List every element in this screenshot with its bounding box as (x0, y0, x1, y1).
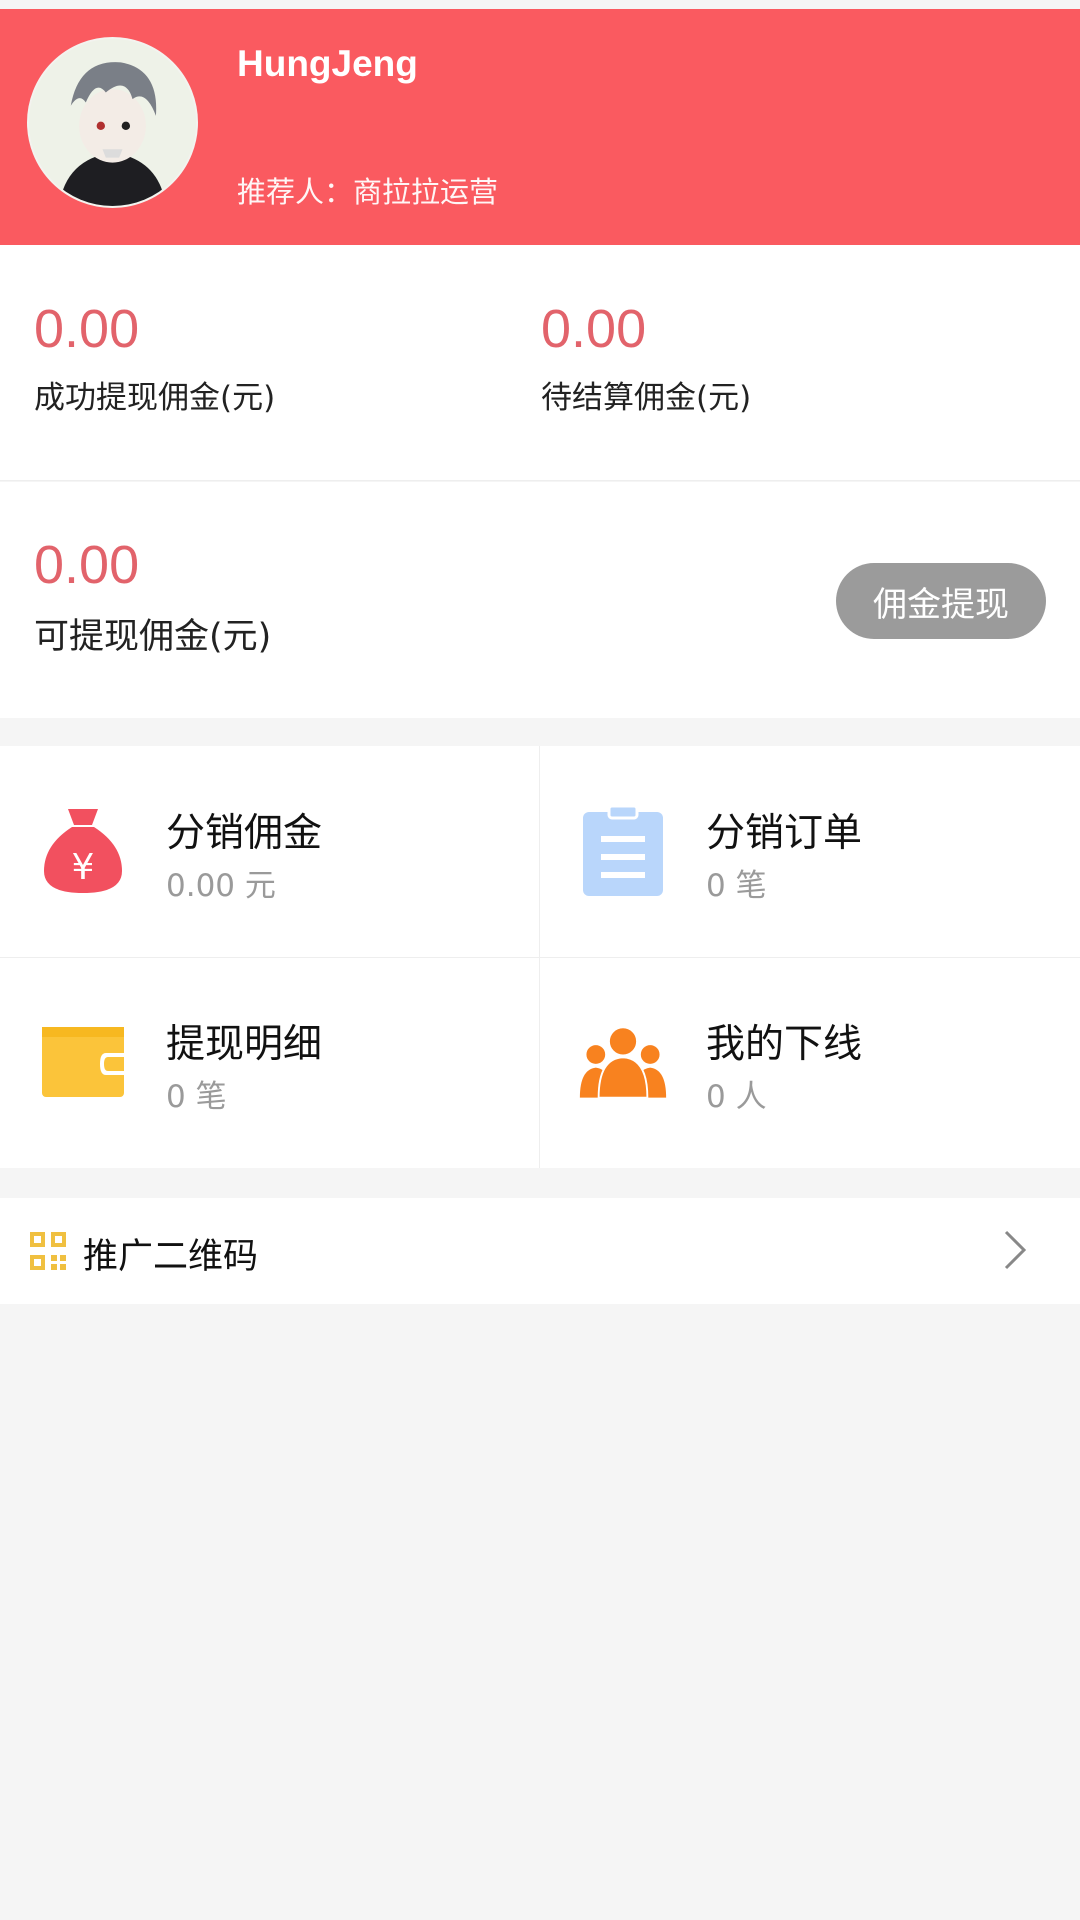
grid-item-sub: 0.00 元 (166, 868, 276, 904)
withdraw-button[interactable]: 佣金提现 (836, 563, 1046, 639)
pending-label: 待结算佣金(元) (541, 380, 752, 416)
pending-commission: 0.00 待结算佣金(元) (541, 298, 751, 417)
qr-code-icon (30, 1232, 66, 1270)
avatar[interactable] (27, 37, 198, 208)
commission-summary: 0.00 成功提现佣金(元) 0.00 待结算佣金(元) (0, 245, 1080, 481)
withdrawn-label: 成功提现佣金(元) (34, 380, 276, 416)
available-value: 0.00 (34, 535, 140, 595)
chevron-right-icon (1000, 1226, 1030, 1274)
distribution-grid: ¥ 分销佣金 0.00 元 分销订单 0 笔 提现明细 0 笔 我的下线 0 人 (0, 746, 1080, 1168)
promo-qr-label: 推广二维码 (83, 1237, 259, 1277)
grid-item-sub: 0 笔 (706, 868, 767, 904)
avatar-image (29, 39, 196, 206)
username: HungJeng (237, 43, 418, 84)
wallet-icon (38, 1012, 128, 1112)
grid-item-title: 我的下线 (706, 1022, 863, 1067)
clipboard-icon (578, 801, 668, 901)
svg-text:¥: ¥ (72, 847, 95, 888)
grid-item-withdraw-details[interactable]: 提现明细 0 笔 (0, 957, 540, 1168)
grid-item-sub: 0 笔 (166, 1079, 227, 1115)
pending-value: 0.00 (541, 299, 647, 359)
team-icon (578, 1012, 668, 1112)
referrer-text: 推荐人：商拉拉运营 (237, 175, 499, 209)
grid-item-commission[interactable]: ¥ 分销佣金 0.00 元 (0, 746, 540, 957)
top-strip (0, 0, 1080, 9)
money-bag-icon: ¥ (38, 801, 128, 901)
available-label: 可提现佣金(元) (34, 617, 272, 657)
grid-item-title: 分销佣金 (166, 811, 323, 856)
promo-qr-row[interactable]: 推广二维码 (0, 1198, 1080, 1304)
profile-header: HungJeng 推荐人：商拉拉运营 (0, 9, 1080, 245)
available-commission: 0.00 可提现佣金(元) (34, 534, 271, 659)
grid-item-orders[interactable]: 分销订单 0 笔 (540, 746, 1080, 957)
grid-item-sub: 0 人 (706, 1079, 767, 1115)
withdrawn-commission: 0.00 成功提现佣金(元) (34, 298, 275, 417)
grid-item-downline[interactable]: 我的下线 0 人 (540, 957, 1080, 1168)
grid-item-title: 分销订单 (706, 811, 863, 856)
grid-item-title: 提现明细 (166, 1022, 323, 1067)
withdrawn-value: 0.00 (34, 299, 140, 359)
